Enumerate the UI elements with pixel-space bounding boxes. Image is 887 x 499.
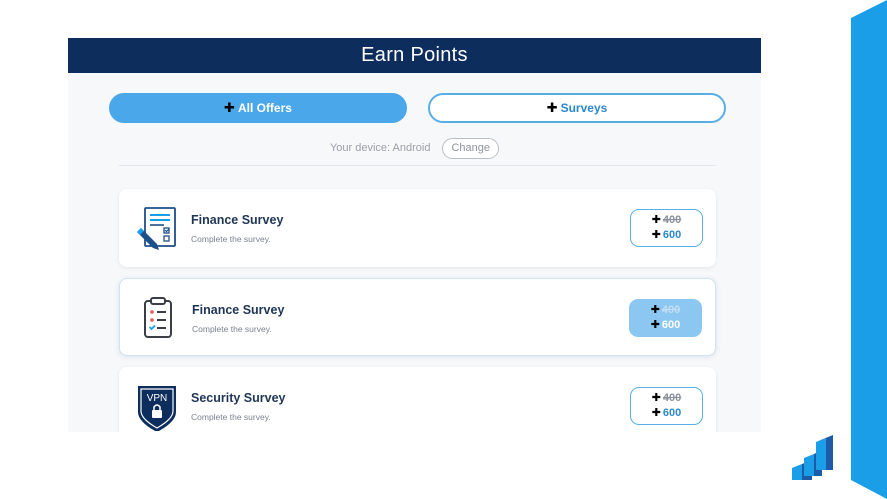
offer-card[interactable]: Finance Survey Complete the survey. ✚ 400… (119, 278, 716, 356)
old-points: ✚ 400 (651, 392, 682, 404)
plus-icon: ✚ (651, 214, 661, 226)
device-row: Your device: Android Change (68, 137, 761, 159)
page-title: Earn Points (68, 38, 761, 73)
plus-icon: ✚ (224, 100, 235, 115)
old-points: ✚ 400 (651, 214, 682, 226)
plus-icon: ✚ (651, 229, 661, 241)
offer-title: Security Survey (191, 391, 286, 405)
points-button[interactable]: ✚ 400 ✚ 600 (630, 387, 703, 425)
plus-icon: ✚ (651, 407, 661, 419)
points-button[interactable]: ✚ 400 ✚ 600 (630, 209, 703, 247)
survey-document-icon (137, 207, 176, 250)
plus-icon: ✚ (650, 304, 660, 316)
new-points: ✚ 600 (650, 319, 681, 331)
vpn-shield-text: VPN (147, 393, 168, 404)
old-points: ✚ 400 (650, 304, 681, 316)
tab-bar: ✚ All Offers ✚ Surveys (109, 93, 726, 123)
offer-title: Finance Survey (192, 303, 285, 317)
tab-all-offers-label: All Offers (237, 101, 292, 115)
divider (119, 165, 716, 166)
offer-description: Complete the survey. (191, 234, 271, 244)
earn-points-panel: Earn Points ✚ All Offers ✚ Surveys Your … (68, 38, 761, 432)
points-button[interactable]: ✚ 400 ✚ 600 (629, 299, 702, 337)
vpn-shield-icon: VPN (138, 386, 176, 431)
offer-description: Complete the survey. (191, 412, 271, 422)
offer-card[interactable]: Finance Survey Complete the survey. ✚ 400… (119, 189, 716, 267)
offer-card[interactable]: VPN Security Survey Complete the survey.… (119, 367, 716, 432)
new-points: ✚ 600 (651, 229, 682, 241)
clipboard-checklist-icon (144, 297, 172, 338)
device-label: Your device: Android (329, 142, 431, 154)
brand-logo-icon (792, 435, 833, 480)
offer-title: Finance Survey (191, 213, 284, 227)
tab-all-offers[interactable]: ✚ All Offers (109, 93, 407, 123)
plus-icon: ✚ (546, 100, 558, 115)
new-points: ✚ 600 (651, 407, 682, 419)
tab-surveys-label: Surveys (560, 101, 608, 115)
change-device-button[interactable]: Change (442, 137, 500, 159)
offer-description: Complete the survey. (192, 324, 272, 334)
plus-icon: ✚ (651, 392, 661, 404)
plus-icon: ✚ (650, 319, 660, 331)
tab-surveys[interactable]: ✚ Surveys (428, 93, 726, 123)
